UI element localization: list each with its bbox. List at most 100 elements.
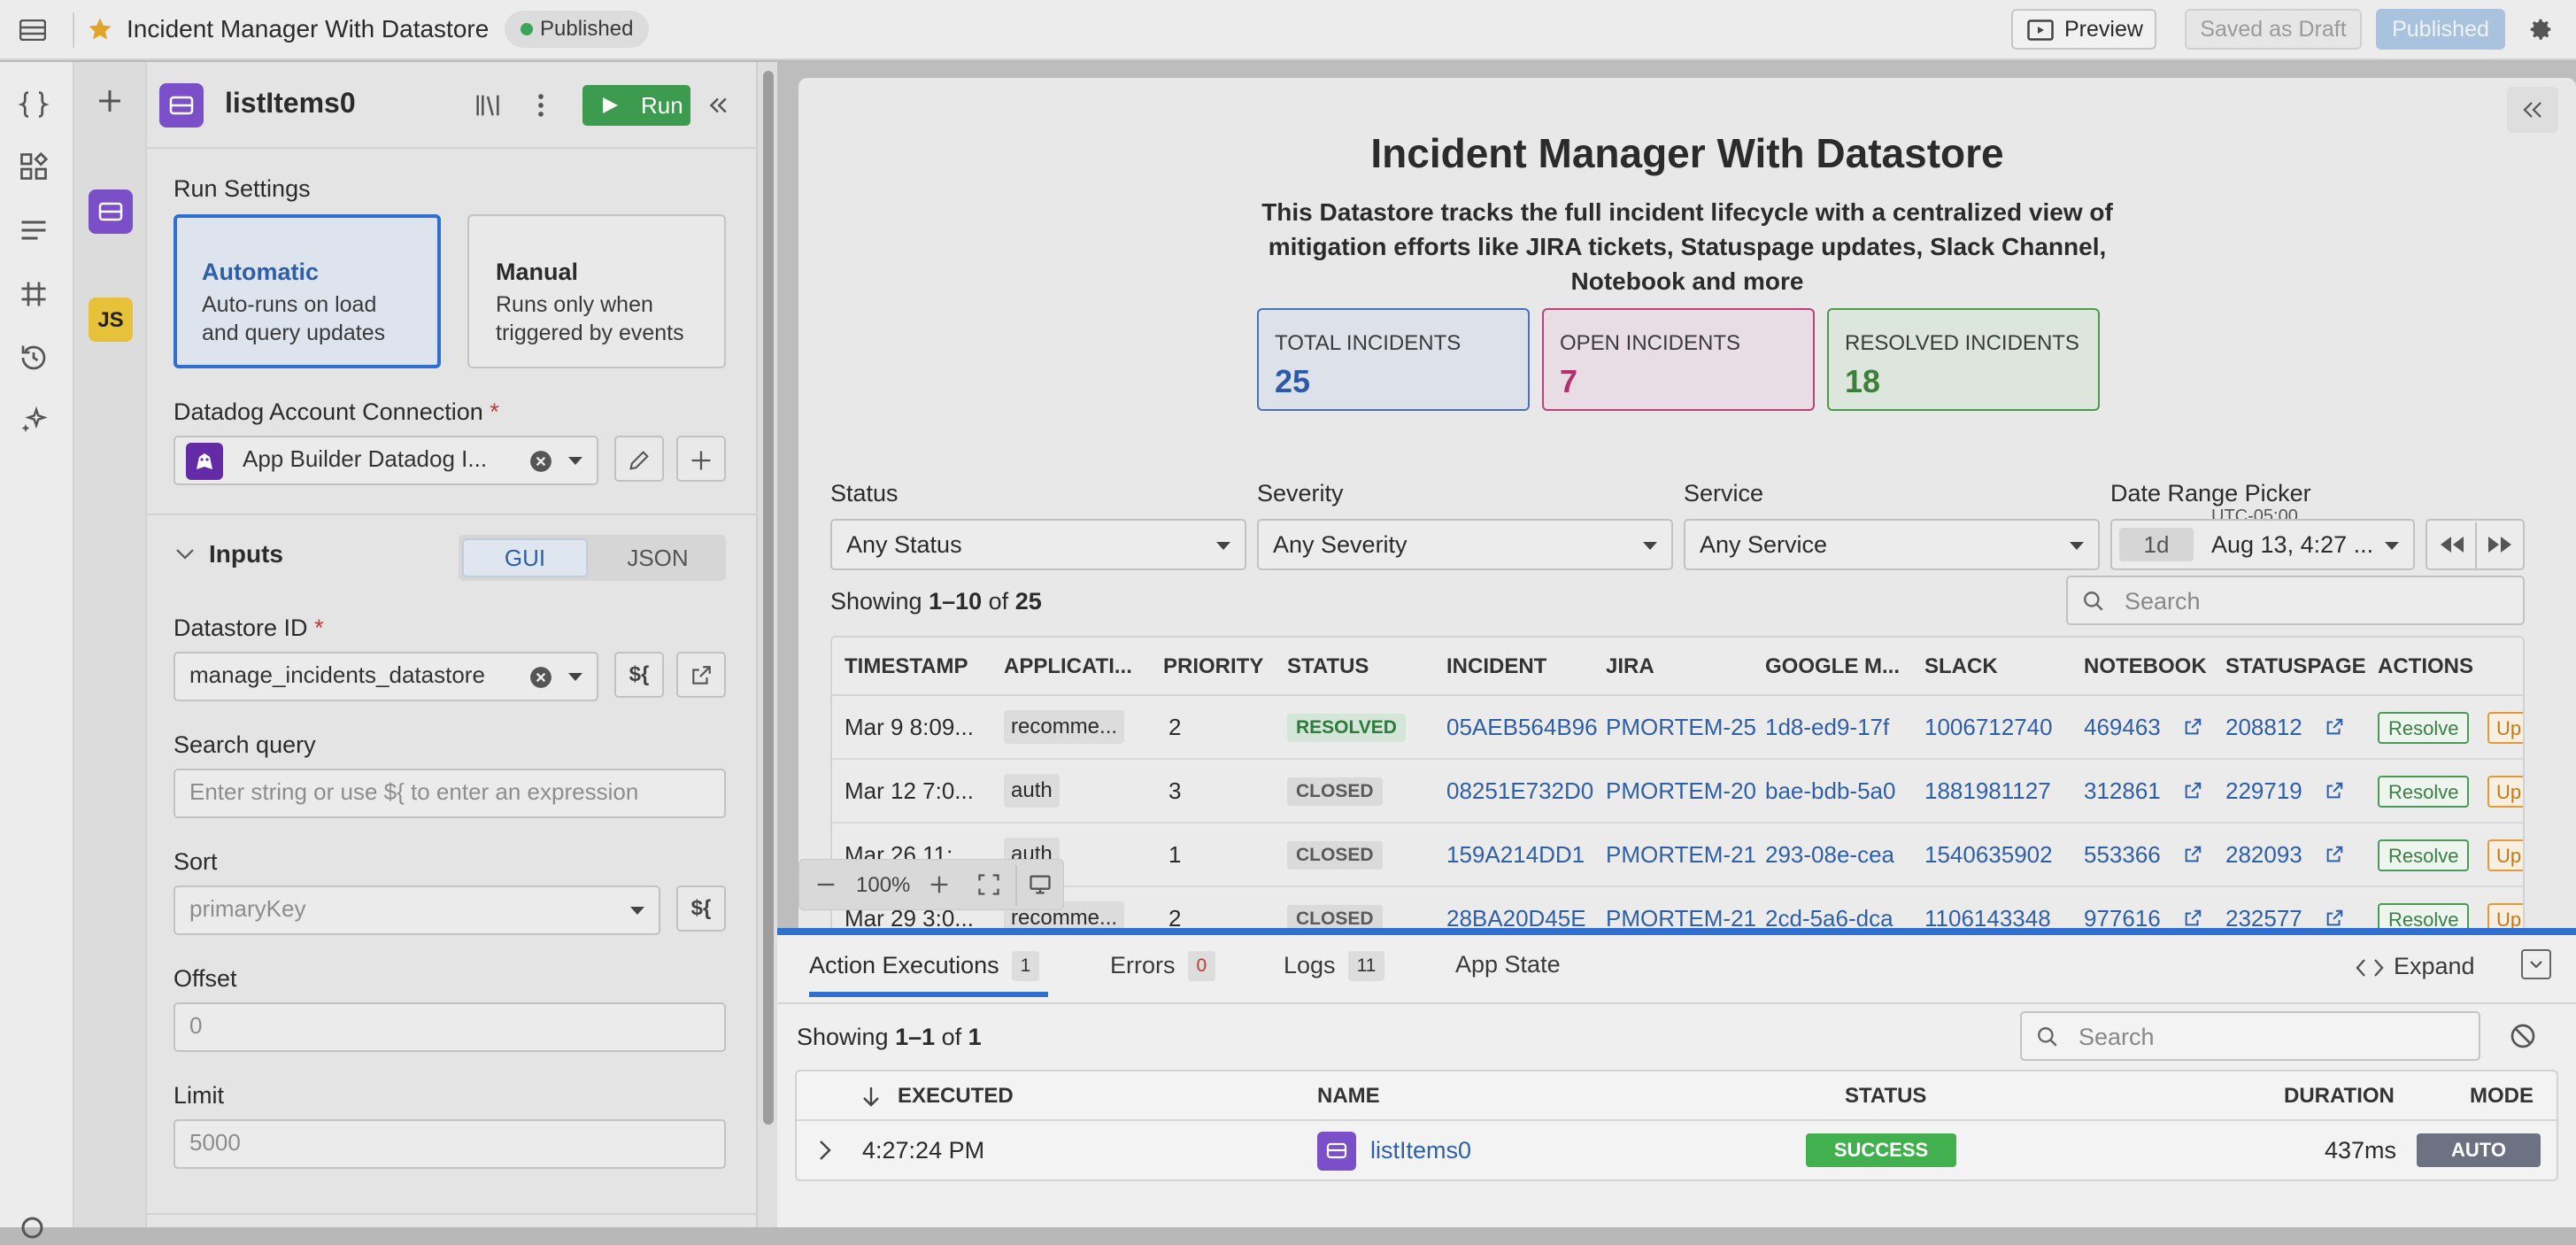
search-query-input[interactable]: Enter string or use ${ to enter an expre… xyxy=(174,769,726,818)
external-link-icon[interactable] xyxy=(2183,781,2202,800)
star-icon[interactable] xyxy=(87,16,113,43)
resolve-button[interactable]: Resolve xyxy=(2378,712,2470,744)
preview-button[interactable]: Preview xyxy=(2011,9,2156,50)
update-button[interactable]: Up xyxy=(2487,776,2523,808)
add-connection-button[interactable] xyxy=(676,436,726,482)
clear-icon[interactable] xyxy=(529,450,552,473)
cell-statuspage[interactable]: 232577 xyxy=(2225,887,2302,928)
collapse-inspector-icon[interactable] xyxy=(2507,87,2558,133)
chevron-down-icon[interactable] xyxy=(567,455,584,468)
table-row[interactable]: Mar 9 8:09... recomme... 2 RESOLVED 05AE… xyxy=(832,696,2523,760)
resolve-button[interactable]: Resolve xyxy=(2378,903,2470,928)
table-row[interactable]: Mar 26 11:... auth 1 CLOSED 159A214DD1 P… xyxy=(832,824,2523,887)
col-application[interactable]: APPLICATI... xyxy=(1004,638,1132,696)
cell-jira[interactable]: PMORTEM-21 xyxy=(1606,824,1756,885)
chevron-down-icon[interactable] xyxy=(175,547,195,561)
scrollbar-thumb[interactable] xyxy=(763,71,774,1125)
sort-desc-icon[interactable] xyxy=(860,1086,882,1109)
datastore-id-select[interactable]: manage_incidents_datastore xyxy=(174,652,598,701)
panel-scrollbar[interactable] xyxy=(758,62,777,1227)
table-row[interactable]: Mar 12 7:0... auth 3 CLOSED 08251E732D0 … xyxy=(832,760,2523,824)
cell-google-meet[interactable]: 293-08e-cea xyxy=(1765,824,1916,885)
update-button[interactable]: Up xyxy=(2487,903,2523,928)
col-jira[interactable]: JIRA xyxy=(1606,638,1654,696)
tab-logs[interactable]: Logs 11 xyxy=(1284,951,1385,981)
range-chip[interactable]: 1d xyxy=(2119,528,2194,561)
cell-slack[interactable]: 1540635902 xyxy=(1924,824,2075,885)
braces-icon[interactable] xyxy=(18,89,50,120)
more-options-icon[interactable] xyxy=(526,90,556,120)
severity-filter-select[interactable]: Any Severity xyxy=(1257,519,1673,570)
tab-app-state[interactable]: App State xyxy=(1455,951,1561,978)
cell-statuspage[interactable]: 208812 xyxy=(2225,696,2302,758)
col-google-meet[interactable]: GOOGLE M... xyxy=(1765,638,1900,696)
save-draft-button[interactable]: Saved as Draft xyxy=(2185,9,2362,50)
external-link-icon[interactable] xyxy=(2325,909,2344,928)
offset-input[interactable]: 0 xyxy=(174,1002,726,1052)
col-status[interactable]: STATUS xyxy=(1287,638,1369,696)
cell-notebook[interactable]: 553366 xyxy=(2084,824,2161,885)
run-button[interactable]: Run xyxy=(582,85,690,126)
external-link-icon[interactable] xyxy=(2183,717,2202,737)
cell-notebook[interactable]: 312861 xyxy=(2084,760,2161,822)
table-search-input[interactable]: Search xyxy=(2066,576,2525,625)
cell-notebook[interactable]: 977616 xyxy=(2084,887,2161,928)
execution-row[interactable]: 4:27:24 PM listItems0 SUCCESS 437ms AUTO xyxy=(797,1121,2557,1179)
chevron-right-icon[interactable] xyxy=(816,1139,834,1162)
external-link-icon[interactable] xyxy=(2183,909,2202,928)
col-timestamp[interactable]: TIMESTAMP xyxy=(845,638,968,696)
col-notebook[interactable]: NOTEBOOK xyxy=(2084,638,2207,696)
update-button[interactable]: Up xyxy=(2487,839,2523,871)
tab-json[interactable]: JSON xyxy=(593,538,722,577)
publish-button[interactable]: Published xyxy=(2376,9,2505,50)
tab-action-executions[interactable]: Action Executions 1 xyxy=(809,951,1040,981)
tab-errors[interactable]: Errors 0 xyxy=(1110,951,1216,981)
cell-statuspage[interactable]: 282093 xyxy=(2225,824,2302,885)
col-duration[interactable]: DURATION xyxy=(2284,1071,2395,1121)
list-icon[interactable] xyxy=(18,214,50,246)
resolve-button[interactable]: Resolve xyxy=(2378,839,2470,871)
library-icon[interactable] xyxy=(473,90,503,120)
open-datastore-button[interactable] xyxy=(676,652,726,698)
grid-icon[interactable] xyxy=(18,278,50,310)
table-row[interactable]: Mar 29 3:0... recomme... 2 CLOSED 28BA20… xyxy=(832,887,2523,928)
cell-jira[interactable]: PMORTEM-20 xyxy=(1606,760,1756,822)
col-executed[interactable]: EXECUTED xyxy=(898,1071,1014,1121)
col-status[interactable]: STATUS xyxy=(1845,1071,1926,1121)
external-link-icon[interactable] xyxy=(2325,781,2344,800)
expression-button[interactable]: ${ xyxy=(614,652,664,698)
col-name[interactable]: NAME xyxy=(1317,1071,1380,1121)
col-slack[interactable]: SLACK xyxy=(1924,638,1998,696)
limit-input[interactable]: 5000 xyxy=(174,1119,726,1169)
cell-incident[interactable]: 159A214DD1 xyxy=(1446,824,1597,885)
cell-name[interactable]: listItems0 xyxy=(1370,1121,1471,1179)
run-setting-automatic[interactable]: Automatic Auto-runs on load and query up… xyxy=(174,214,441,368)
inputs-label[interactable]: Inputs xyxy=(209,540,283,568)
query-name[interactable]: listItems0 xyxy=(225,87,356,120)
col-statuspage[interactable]: STATUSPAGE xyxy=(2225,638,2366,696)
col-priority[interactable]: PRIORITY xyxy=(1163,638,1263,696)
external-link-icon[interactable] xyxy=(2325,717,2344,737)
gear-icon[interactable] xyxy=(2527,16,2554,43)
cell-incident[interactable]: 28BA20D45E xyxy=(1446,887,1597,928)
js-query-icon[interactable]: JS xyxy=(89,298,133,342)
status-filter-select[interactable]: Any Status xyxy=(830,519,1246,570)
edit-connection-button[interactable] xyxy=(614,436,664,482)
cell-jira[interactable]: PMORTEM-21 xyxy=(1606,887,1756,928)
cell-statuspage[interactable]: 229719 xyxy=(2225,760,2302,822)
layout-icon[interactable] xyxy=(19,19,46,41)
sort-select[interactable]: primaryKey xyxy=(174,885,660,935)
tab-gui[interactable]: GUI xyxy=(462,538,588,577)
cell-slack[interactable]: 1006712740 xyxy=(1924,696,2075,758)
desktop-icon[interactable] xyxy=(1028,872,1053,897)
chevron-down-icon[interactable] xyxy=(567,671,584,684)
col-mode[interactable]: MODE xyxy=(2470,1071,2534,1121)
external-link-icon[interactable] xyxy=(2325,845,2344,864)
service-filter-select[interactable]: Any Service xyxy=(1684,519,2100,570)
search-icon[interactable] xyxy=(18,1213,50,1245)
add-query-icon[interactable] xyxy=(94,85,126,117)
run-setting-manual[interactable]: Manual Runs only when triggered by event… xyxy=(467,214,726,368)
cell-slack[interactable]: 1881981127 xyxy=(1924,760,2075,822)
col-incident[interactable]: INCIDENT xyxy=(1446,638,1546,696)
minimize-console-icon[interactable] xyxy=(2521,949,2551,979)
